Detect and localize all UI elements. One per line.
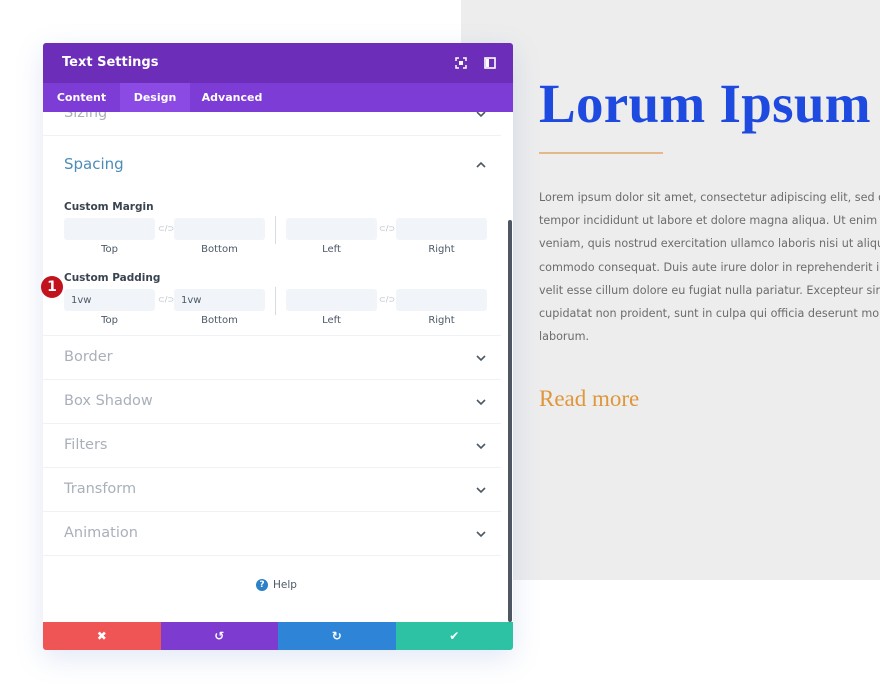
read-more-link[interactable]: Read more [539,386,639,412]
margin-right-label: Right [428,244,455,255]
section-label: Filters [64,437,108,453]
chevron-down-icon[interactable] [475,112,487,118]
section-animation[interactable]: Animation [43,512,501,556]
padding-bottom-label: Bottom [201,315,238,326]
link-icon[interactable]: ⊂/⊃ [158,224,174,233]
body-line: veniam, quis nostrud exercitation ullamc… [539,237,880,251]
chevron-down-icon[interactable] [475,354,487,362]
text-settings-modal: Text Settings Content Design Advanced Si… [43,43,513,650]
section-label: Box Shadow [64,393,153,409]
chevron-down-icon[interactable] [475,442,487,450]
check-icon: ✔ [449,629,460,643]
margin-left-input[interactable] [286,218,377,240]
body-line: tempor incididunt ut labore et dolore ma… [539,214,880,228]
divider [275,287,276,315]
padding-right-label: Right [428,315,455,326]
body-line: commodo consequat. Duis aute irure dolor… [539,260,880,274]
chevron-down-icon[interactable] [475,486,487,494]
fullscreen-icon[interactable] [454,56,468,70]
section-transform[interactable]: Transform [43,468,501,512]
padding-right-input[interactable] [396,289,487,311]
section-spacing: Spacing Custom Margin ⊂/⊃ ⊂/⊃ Top Bottom… [43,136,501,336]
chevron-up-icon[interactable] [475,161,487,169]
annotation-badge: 1 [41,276,63,298]
link-icon[interactable]: ⊂/⊃ [379,224,395,233]
tab-content[interactable]: Content [43,83,120,112]
undo-button[interactable]: ↺ [160,622,278,650]
margin-right-input[interactable] [396,218,487,240]
preview-heading: Lorum Ipsum Dolor [539,73,880,134]
help-label: Help [273,579,297,591]
redo-button[interactable]: ↻ [278,622,396,650]
save-button[interactable]: ✔ [395,622,513,650]
padding-left-input[interactable] [286,289,377,311]
heading-divider [539,152,663,154]
body-line: velit esse cillum dolore eu fugiat nulla… [539,283,880,297]
modal-title: Text Settings [62,55,159,70]
tab-advanced[interactable]: Advanced [190,83,274,112]
link-icon[interactable]: ⊂/⊃ [158,295,174,304]
link-icon[interactable]: ⊂/⊃ [379,295,395,304]
custom-margin-label: Custom Margin [64,201,154,213]
margin-bottom-label: Bottom [201,244,238,255]
padding-bottom-input[interactable] [174,289,265,311]
settings-content: Sizing Spacing Custom Margin ⊂/⊃ ⊂/⊃ Top… [43,112,513,622]
modal-footer: ✖ ↺ ↻ ✔ [43,622,513,650]
tab-bar: Content Design Advanced [43,83,513,112]
section-label: Sizing [64,112,108,121]
chevron-down-icon[interactable] [475,398,487,406]
modal-scrollbar[interactable] [508,220,512,622]
margin-top-label: Top [101,244,118,255]
section-label: Animation [64,525,138,541]
modal-header: Text Settings [43,43,513,83]
undo-icon: ↺ [214,629,225,643]
custom-padding-label: Custom Padding [64,272,161,284]
preview-body-text: Lorem ipsum dolor sit amet, consectetur … [539,186,880,348]
section-sizing[interactable]: Sizing [43,112,501,136]
margin-bottom-input[interactable] [174,218,265,240]
split-view-icon[interactable] [483,56,497,70]
chevron-down-icon[interactable] [475,530,487,538]
margin-top-input[interactable] [64,218,155,240]
help-icon: ? [256,579,268,591]
body-line: Lorem ipsum dolor sit amet, consectetur … [539,191,880,204]
close-icon: ✖ [96,629,107,643]
section-filters[interactable]: Filters [43,424,501,468]
redo-icon: ↻ [331,629,342,643]
body-line: laborum. [539,330,590,344]
margin-left-label: Left [322,244,341,255]
padding-top-input[interactable] [64,289,155,311]
section-label: Border [64,349,113,365]
padding-left-label: Left [322,315,341,326]
tab-design[interactable]: Design [120,83,190,112]
discard-button[interactable]: ✖ [43,622,161,650]
padding-top-label: Top [101,315,118,326]
section-border[interactable]: Border [43,336,501,380]
section-box-shadow[interactable]: Box Shadow [43,380,501,424]
section-label[interactable]: Spacing [64,155,124,173]
section-label: Transform [64,481,137,497]
page-preview: Lorum Ipsum Dolor Lorem ipsum dolor sit … [539,0,880,580]
help-button[interactable]: ? Help [256,579,297,591]
body-line: cupidatat non proident, sunt in culpa qu… [539,307,880,321]
divider [275,216,276,244]
